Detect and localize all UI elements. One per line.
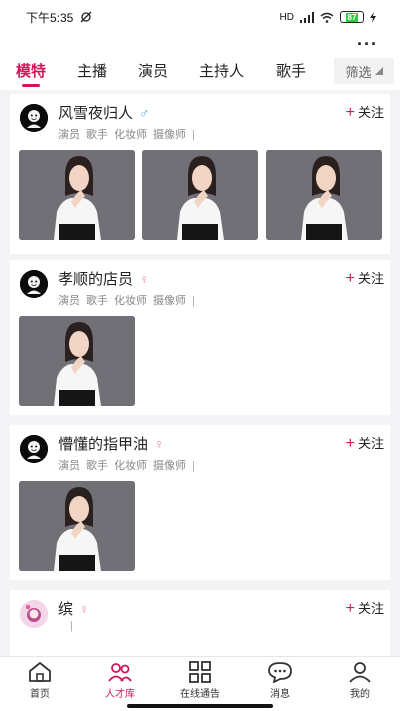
category-tabs: 模特 主播 演员 主持人 歌手 筛选 (0, 56, 400, 90)
female-icon: ♀ (154, 436, 165, 452)
talent-tags: 演员 歌手 化妆师 摄像师 | (58, 129, 195, 141)
avatar[interactable] (20, 435, 48, 463)
active-tab-indicator (22, 84, 40, 87)
bottom-nav: 首页 人才库 在线通告 消息 我的 (0, 656, 400, 711)
talent-photo[interactable] (19, 316, 135, 406)
people-icon (108, 663, 132, 682)
plus-icon: + (345, 104, 355, 121)
talent-name: 孝顺的店员 ♀ (58, 271, 150, 288)
nav-announcements[interactable]: 在线通告 (160, 661, 240, 700)
follow-button[interactable]: + 关注 (346, 433, 384, 453)
plus-icon: + (345, 600, 355, 617)
tab-singers[interactable]: 歌手 (276, 60, 306, 81)
signal-icon (300, 11, 314, 23)
talent-card[interactable]: 缤 ♀ + 关注 | (10, 590, 390, 656)
filter-label: 筛选 (345, 64, 372, 80)
talent-name: 缤 ♀ (58, 601, 90, 618)
talent-tags: | (70, 620, 73, 632)
nav-messages[interactable]: 消息 (240, 661, 320, 700)
nav-profile[interactable]: 我的 (320, 661, 400, 700)
talent-name: 懵懂的指甲油 ♀ (58, 436, 165, 453)
avatar[interactable] (20, 270, 48, 298)
female-icon: ♀ (139, 271, 150, 287)
nav-talent-pool[interactable]: 人才库 (80, 661, 160, 700)
nav-home[interactable]: 首页 (0, 661, 80, 700)
plus-icon: + (345, 435, 355, 452)
status-bar: 下午5:35 HD 87 (0, 0, 400, 34)
talent-card[interactable]: 风雪夜归人 ♂ + 关注 演员 歌手 化妆师 摄像师 | (10, 94, 390, 254)
tab-hosts-live[interactable]: 主播 (77, 60, 107, 81)
follow-button[interactable]: + 关注 (346, 598, 384, 618)
talent-card[interactable]: 孝顺的店员 ♀ + 关注 演员 歌手 化妆师 摄像师 | (10, 260, 390, 415)
grid-icon (189, 661, 211, 683)
avatar[interactable] (20, 600, 48, 628)
chat-icon (268, 662, 292, 683)
tab-models[interactable]: 模特 (16, 60, 46, 81)
tab-presenters[interactable]: 主持人 (199, 60, 244, 81)
talent-photo[interactable] (266, 150, 382, 240)
header: ··· 模特 主播 演员 主持人 歌手 筛选 (0, 34, 400, 90)
more-button[interactable]: ··· (357, 34, 378, 55)
talent-photo[interactable] (19, 481, 135, 571)
talent-list: 风雪夜归人 ♂ + 关注 演员 歌手 化妆师 摄像师 | 孝顺的店员 ♀ + 关注 演员 歌手 化妆… (0, 90, 400, 656)
female-icon: ♀ (79, 601, 90, 617)
talent-photo[interactable] (142, 150, 258, 240)
talent-name: 风雪夜归人 ♂ (58, 105, 150, 122)
alarm-icon (80, 11, 92, 23)
wifi-icon (320, 12, 334, 23)
talent-tags: 演员 歌手 化妆师 摄像师 | (58, 295, 195, 307)
male-icon: ♂ (139, 105, 150, 121)
tab-actors[interactable]: 演员 (138, 60, 168, 81)
avatar[interactable] (20, 104, 48, 132)
talent-photo[interactable] (19, 150, 135, 240)
follow-button[interactable]: + 关注 (346, 102, 384, 122)
talent-card[interactable]: 懵懂的指甲油 ♀ + 关注 演员 歌手 化妆师 摄像师 | (10, 425, 390, 580)
network-label: HD (279, 11, 294, 23)
talent-tags: 演员 歌手 化妆师 摄像师 | (58, 460, 195, 472)
follow-button[interactable]: + 关注 (346, 268, 384, 288)
status-time: 下午5:35 (26, 10, 74, 25)
home-indicator (127, 704, 273, 708)
battery-icon: 87 (340, 11, 364, 23)
filter-button[interactable]: 筛选 (334, 58, 394, 84)
filter-dropdown-icon (374, 67, 383, 75)
plus-icon: + (345, 270, 355, 287)
user-icon (349, 662, 371, 683)
charging-icon (370, 11, 376, 23)
home-icon (29, 662, 51, 682)
